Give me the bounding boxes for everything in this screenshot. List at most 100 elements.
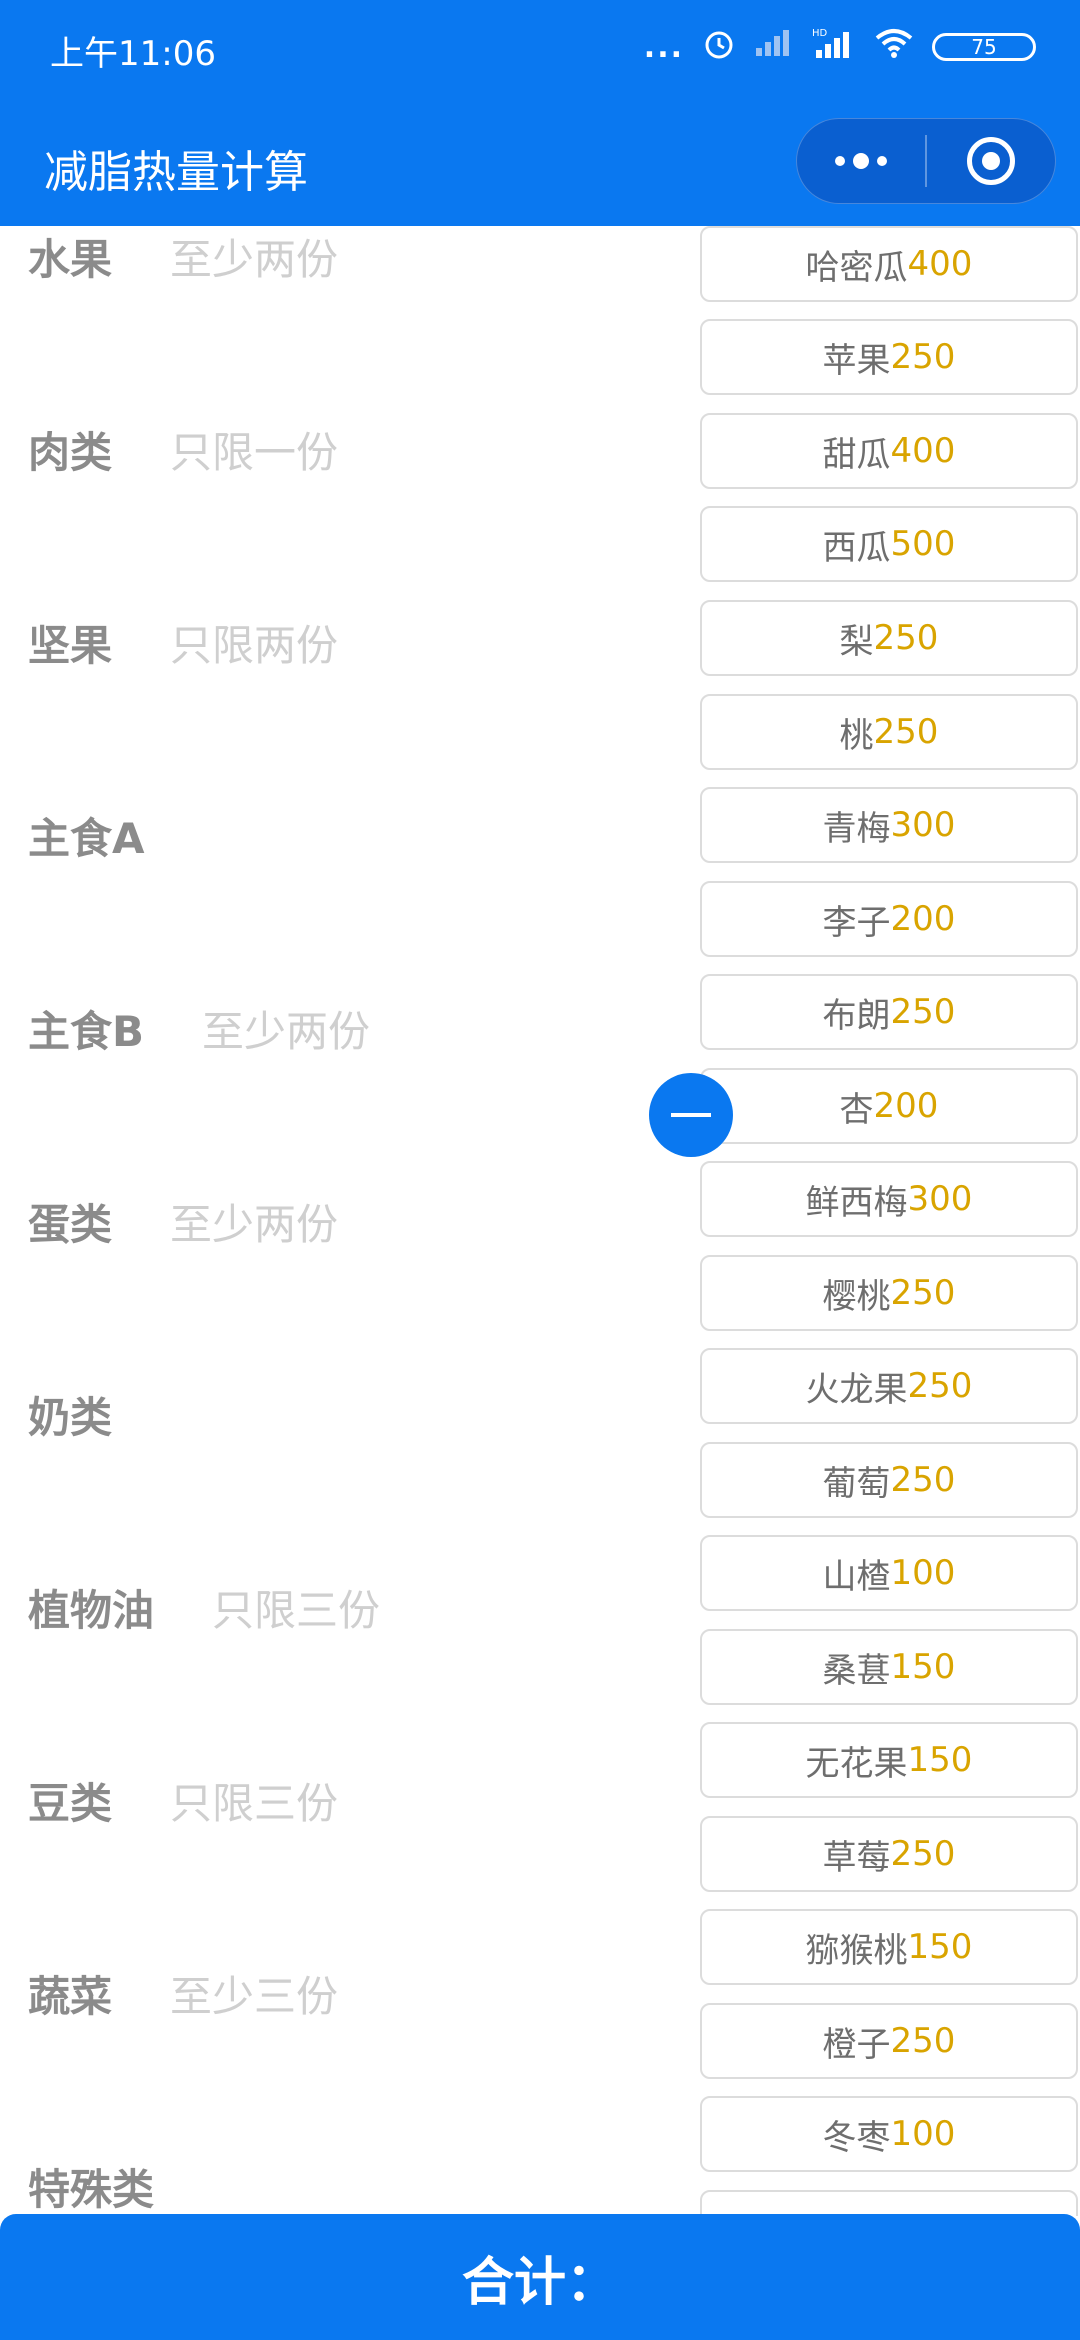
food-name: 苹果 [822,340,891,381]
category-note: 至少两份 [170,234,339,284]
category-name: 水果 [28,234,113,284]
food-calorie: 250 [890,1273,956,1313]
category-list: 水果 至少两份 肉类 只限一份 坚果 只限两份 主食A 主食B 至少两份 蛋类 … [0,226,680,2226]
food-item-button[interactable]: 梨 250 [700,600,1078,676]
category-note: 只限一份 [170,427,339,477]
food-item-button[interactable]: 西瓜 500 [700,506,1078,582]
food-name: 山楂 [822,1556,891,1597]
food-calorie: 500 [890,524,956,564]
food-calorie: 150 [890,1647,956,1687]
food-name: 梨 [839,621,874,662]
food-calorie: 200 [873,1086,939,1126]
more-status-icon: ... [643,29,684,65]
total-label: 合计： [461,2252,618,2313]
food-name: 桃 [839,715,874,756]
category-name: 肉类 [28,427,113,477]
category-note: 至少两份 [202,1006,371,1056]
food-calorie: 250 [873,618,939,658]
svg-text:HD: HD [812,28,828,39]
target-close-icon [967,137,1015,185]
food-name: 哈密瓜 [805,247,908,288]
food-item-button[interactable]: 无花果 150 [700,1722,1078,1798]
status-icons: ... HD 75 [644,26,1036,68]
category-item-nuts[interactable]: 坚果 只限两份 [0,602,680,682]
category-name: 奶类 [28,1392,113,1442]
food-calorie: 250 [890,2021,956,2061]
food-name: 草莓 [822,1837,891,1878]
category-note: 至少两份 [170,1199,339,1249]
food-calorie: 250 [890,1834,956,1874]
food-name: 橙子 [822,2024,891,2065]
food-item-button[interactable]: 鲜西梅 300 [700,1161,1078,1237]
more-button[interactable] [797,119,925,203]
category-note: 只限三份 [212,1585,381,1635]
category-name: 植物油 [28,1585,155,1635]
top-bar: 上午11:06 ... HD 75 减脂热量计算 [0,0,1080,226]
food-item-button[interactable]: 布朗 250 [700,974,1078,1050]
food-item-button[interactable]: 桑葚 150 [700,1629,1078,1705]
category-name: 蔬菜 [28,1971,113,2021]
food-item-button[interactable]: 苹果 250 [700,319,1078,395]
status-time: 上午11:06 [50,34,216,74]
food-calorie: 200 [890,899,956,939]
food-calorie: 400 [890,431,956,471]
category-item-eggs[interactable]: 蛋类 至少两份 [0,1181,680,1261]
food-item-button[interactable]: 甜瓜 400 [700,413,1078,489]
food-name: 杏 [839,1089,874,1130]
food-name: 葡萄 [822,1463,891,1504]
minus-icon [671,1113,711,1117]
food-item-button-partial[interactable] [700,2190,1078,2216]
food-calorie: 300 [890,805,956,845]
food-item-button[interactable]: 樱桃 250 [700,1255,1078,1331]
food-name: 布朗 [822,995,891,1036]
category-note: 只限两份 [170,620,339,670]
alarm-icon [702,26,736,68]
category-item-staple-b[interactable]: 主食B 至少两份 [0,988,680,1068]
total-bar[interactable]: 合计： [0,2214,1080,2340]
food-item-button[interactable]: 火龙果 250 [700,1348,1078,1424]
food-item-button[interactable]: 猕猴桃 150 [700,1909,1078,1985]
food-calorie: 250 [890,337,956,377]
food-name: 樱桃 [822,1276,891,1317]
signal-icon [754,28,794,66]
food-item-button[interactable]: 山楂 100 [700,1535,1078,1611]
category-item-meat[interactable]: 肉类 只限一份 [0,409,680,489]
food-name: 西瓜 [822,527,891,568]
category-note: 只限三份 [170,1778,339,1828]
category-note: 至少三份 [170,1971,339,2021]
food-item-button[interactable]: 桃 250 [700,694,1078,770]
wifi-icon [874,27,914,67]
food-item-button[interactable]: 李子 200 [700,881,1078,957]
food-item-button[interactable]: 杏 200 [700,1068,1078,1144]
hd-signal-icon: HD [812,26,856,68]
food-calorie: 250 [907,1366,973,1406]
food-calorie: 300 [907,1179,973,1219]
food-item-button[interactable]: 青梅 300 [700,787,1078,863]
food-name: 火龙果 [805,1369,908,1410]
food-calorie: 400 [907,244,973,284]
category-item-staple-a[interactable]: 主食A [0,795,680,875]
category-item-beans[interactable]: 豆类 只限三份 [0,1760,680,1840]
category-item-dairy[interactable]: 奶类 [0,1374,680,1454]
food-item-button[interactable]: 橙子 250 [700,2003,1078,2079]
food-calorie: 150 [907,1927,973,1967]
close-mini-program-button[interactable] [927,119,1055,203]
food-name: 冬枣 [822,2117,891,2158]
category-name: 坚果 [28,620,113,670]
food-name: 鲜西梅 [805,1182,908,1223]
food-item-button[interactable]: 冬枣 100 [700,2096,1078,2172]
food-calorie: 100 [890,1553,956,1593]
food-item-button[interactable]: 哈密瓜 400 [700,226,1078,302]
category-name: 特殊类 [28,2164,155,2214]
remove-portion-button[interactable] [649,1073,733,1157]
page-title: 减脂热量计算 [44,147,308,198]
food-calorie: 250 [873,712,939,752]
battery-icon: 75 [932,33,1036,61]
food-item-button[interactable]: 葡萄 250 [700,1442,1078,1518]
category-item-vegetable-oil[interactable]: 植物油 只限三份 [0,1567,680,1647]
category-name: 蛋类 [28,1199,113,1249]
food-name: 桑葚 [822,1650,891,1691]
food-item-button[interactable]: 草莓 250 [700,1816,1078,1892]
category-item-fruit[interactable]: 水果 至少两份 [0,226,680,296]
category-item-vegetables[interactable]: 蔬菜 至少三份 [0,1953,680,2033]
